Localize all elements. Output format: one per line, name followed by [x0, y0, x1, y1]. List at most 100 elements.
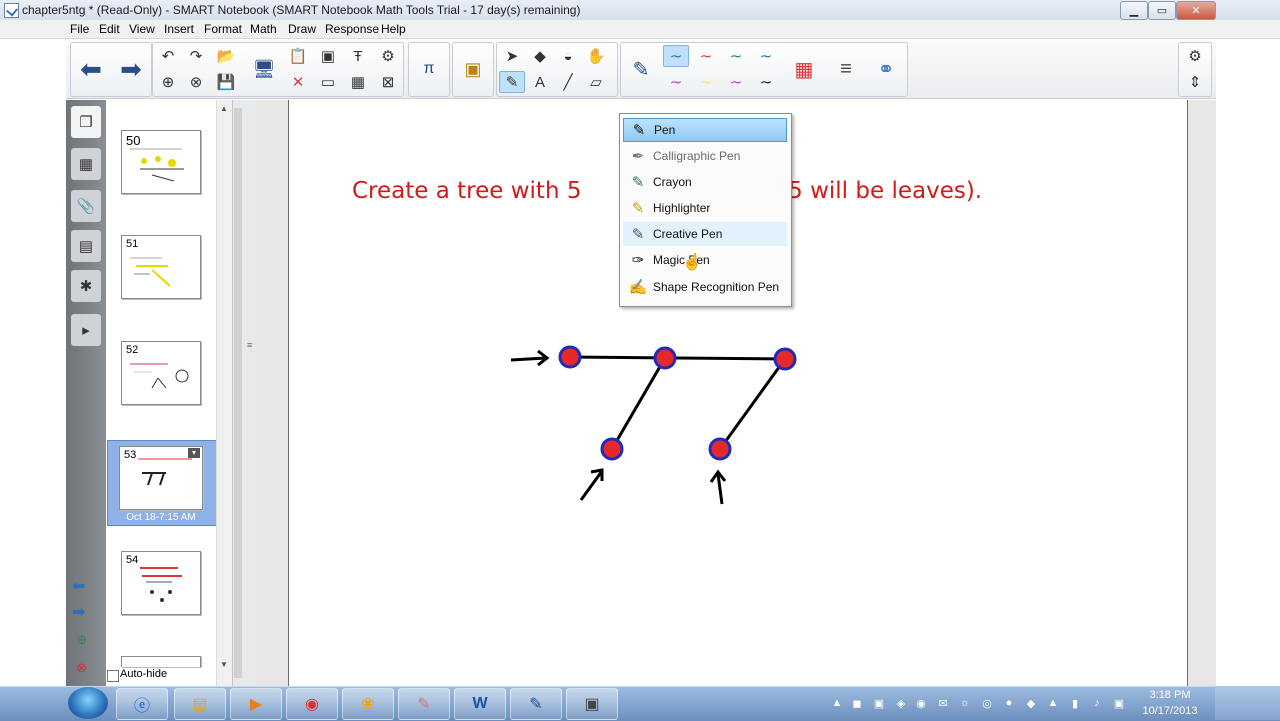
clock-time[interactable]: 3:18 PM [1140, 689, 1200, 701]
taskbar-paint-icon[interactable]: ✎ [398, 688, 450, 720]
tray-icon-5[interactable]: ◉ [914, 696, 928, 710]
taskbar-chrome-icon[interactable]: ◉ [286, 688, 338, 720]
menu-item-magic-pen[interactable]: ✑ Magic Pen [623, 248, 787, 272]
taskbar-recorder-icon[interactable]: ▣ [566, 688, 618, 720]
move-toolbar-icon[interactable]: ⇕ [1182, 71, 1208, 93]
table-icon[interactable]: ▦ [345, 71, 371, 93]
text-a-icon[interactable]: A [527, 71, 553, 93]
undo-icon[interactable]: ↶ [155, 45, 181, 67]
pen-style-6-icon[interactable]: ∼ [693, 71, 719, 93]
add-page-sidebar-icon[interactable]: ⊕ [76, 632, 87, 648]
response-tab-icon[interactable]: ▸ [71, 314, 101, 346]
scroll-up-icon[interactable]: ▲ [220, 104, 228, 113]
pens-icon[interactable]: ✎ [499, 71, 525, 93]
paste-icon[interactable]: 📋 [285, 45, 311, 67]
tray-icon-8[interactable]: ◎ [980, 696, 994, 710]
menu-file[interactable]: File [70, 22, 89, 36]
eraser-icon[interactable]: ▱ [583, 71, 609, 93]
menu-format[interactable]: Format [204, 22, 242, 36]
pen-style-8-icon[interactable]: ∼ [753, 71, 779, 93]
settings-gear-icon[interactable]: ⚙ [1182, 45, 1208, 67]
fullscreen-icon[interactable]: ⊠ [375, 71, 401, 93]
pen-style-1-icon[interactable]: ∼ [663, 45, 689, 67]
pen-style-3-icon[interactable]: ∼ [723, 45, 749, 67]
autohide-checkbox[interactable] [107, 670, 119, 682]
properties-icon[interactable]: ⚙ [375, 45, 401, 67]
menu-insert[interactable]: Insert [164, 22, 194, 36]
screen-icon[interactable]: 🖥 [245, 49, 283, 89]
pen-style-7-icon[interactable]: ∼ [723, 71, 749, 93]
menu-item-shape-recognition-pen[interactable]: ✍ Shape Recognition Pen [623, 275, 787, 299]
next-page-button[interactable]: ➡ [112, 49, 150, 89]
tray-icon-2[interactable]: ◼ [850, 696, 864, 710]
page-thumbnail-53[interactable]: 53 ▾ [119, 446, 203, 510]
minimize-button[interactable]: ▁ [1120, 1, 1148, 20]
taskbar-smart-icon[interactable]: ❀ [342, 688, 394, 720]
tray-icon-7[interactable]: ☼ [958, 696, 972, 710]
select-arrow-icon[interactable]: ➤ [499, 45, 525, 67]
clock-date[interactable]: 10/17/2013 [1135, 705, 1205, 717]
tray-icon-14[interactable]: ▣ [1112, 696, 1126, 710]
fill-icon[interactable]: ◒ [555, 45, 581, 67]
save-icon[interactable]: 💾 [213, 71, 239, 93]
tray-acrobat-icon[interactable]: ▣ [872, 696, 886, 710]
delete-icon[interactable]: ✕ [285, 71, 311, 93]
sorter-scrollbar[interactable]: ▲ ▼ [216, 100, 233, 686]
magic-tool-icon[interactable]: ✋ [583, 45, 609, 67]
taskbar-word-icon[interactable]: W [454, 688, 506, 720]
app-icon[interactable] [4, 3, 19, 18]
properties-tab-icon[interactable]: ▤ [71, 230, 101, 262]
open-icon[interactable]: 📂 [213, 45, 239, 67]
previous-page-button[interactable]: ⬅ [72, 49, 110, 89]
show-desktop-button[interactable] [1215, 686, 1280, 720]
addons-tab-icon[interactable]: ✱ [71, 270, 101, 302]
delete-page-icon[interactable]: ⊗ [183, 71, 209, 93]
taskbar-notebook-icon[interactable]: ✎ [510, 688, 562, 720]
page-thumbnail-54[interactable]: 54 [121, 551, 201, 615]
menu-item-creative-pen[interactable]: ✎ Creative Pen [623, 222, 787, 246]
taskbar-ie-icon[interactable]: ⓔ [116, 688, 168, 720]
line-style-icon[interactable]: ⚭ [867, 49, 905, 89]
screen-shade-icon[interactable]: ▣ [315, 45, 341, 67]
menu-edit[interactable]: Edit [99, 22, 120, 36]
tray-icon-11[interactable]: ▲ [1046, 696, 1060, 710]
scroll-down-icon[interactable]: ▼ [220, 660, 228, 669]
page-thumbnail-52[interactable]: 52 [121, 341, 201, 405]
attachments-tab-icon[interactable]: 📎 [71, 190, 101, 222]
tray-volume-icon[interactable]: ♪ [1090, 696, 1104, 710]
redo-icon[interactable]: ↷ [183, 45, 209, 67]
menu-item-highlighter[interactable]: ✎ Highlighter [623, 196, 787, 220]
thumbnail-menu-icon[interactable]: ▾ [188, 448, 200, 458]
menu-math[interactable]: Math [250, 22, 277, 36]
tray-icon-1[interactable]: ▲ [830, 696, 844, 710]
math-pi-icon[interactable]: π [410, 49, 448, 89]
pen-style-5-icon[interactable]: ∼ [663, 71, 689, 93]
page-thumbnail-55-partial[interactable] [121, 656, 201, 667]
line-icon[interactable]: ╱ [555, 71, 581, 93]
display-icon[interactable]: ▭ [315, 71, 341, 93]
menu-view[interactable]: View [129, 22, 155, 36]
page-sorter-tab-icon[interactable]: ❐ [71, 106, 101, 138]
pen-style-4-icon[interactable]: ∼ [753, 45, 779, 67]
maximize-button[interactable]: ▭ [1148, 1, 1176, 20]
add-page-icon[interactable]: ⊕ [155, 71, 181, 93]
menu-item-calligraphic-pen[interactable]: ✒ Calligraphic Pen [623, 144, 787, 168]
move-sidebar-left-icon[interactable]: ⬅ [72, 576, 85, 596]
tray-icon-9[interactable]: ● [1002, 696, 1016, 710]
sidebar-splitter[interactable]: ≡ [232, 100, 258, 686]
tray-icon-6[interactable]: ✉ [936, 696, 950, 710]
page-thumbnail-50[interactable]: 50 [121, 130, 201, 194]
splitter-grip-icon[interactable]: ≡ [247, 340, 252, 350]
menu-item-pen[interactable]: ✎ Pen [623, 118, 787, 142]
text-tool-icon[interactable]: Ŧ [345, 45, 371, 67]
tray-icon-4[interactable]: ◈ [894, 696, 908, 710]
menu-response[interactable]: Response [325, 22, 379, 36]
menu-item-crayon[interactable]: ✎ Crayon [623, 170, 787, 194]
move-sidebar-right-icon[interactable]: ➡ [72, 602, 85, 622]
lesson-activity-icon[interactable]: ▣ [454, 49, 492, 89]
tray-network-icon[interactable]: ▮ [1068, 696, 1082, 710]
shapes-icon[interactable]: ◆ [527, 45, 553, 67]
pen-style-2-icon[interactable]: ∼ [693, 45, 719, 67]
line-width-icon[interactable]: ≡ [827, 49, 865, 89]
menu-draw[interactable]: Draw [288, 22, 316, 36]
